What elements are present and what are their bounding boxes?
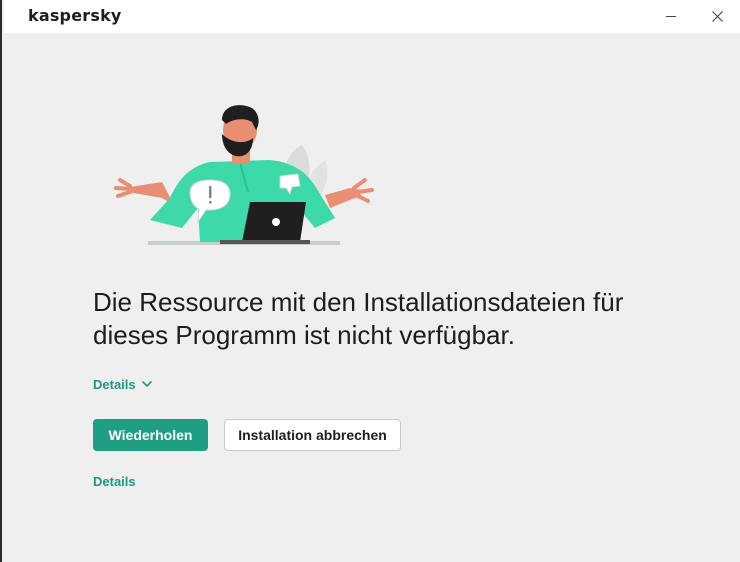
details-link[interactable]: Details bbox=[93, 474, 136, 489]
cancel-installation-button[interactable]: Installation abbrechen bbox=[224, 419, 401, 451]
error-headline: Die Ressource mit den Installationsdatei… bbox=[93, 287, 624, 350]
title-bar[interactable]: kaspersky bbox=[4, 0, 740, 33]
retry-button[interactable]: Wiederholen bbox=[93, 419, 208, 451]
minimize-button[interactable] bbox=[648, 0, 694, 33]
close-button[interactable] bbox=[694, 0, 740, 33]
kaspersky-logo: kaspersky bbox=[28, 6, 122, 25]
chevron-down-icon bbox=[141, 381, 152, 388]
person-with-laptop-illustration bbox=[114, 105, 374, 245]
installer-window: kaspersky Die Ressource mit den Installa… bbox=[0, 0, 740, 562]
close-icon bbox=[711, 11, 723, 22]
details-toggle-label: Details bbox=[93, 377, 136, 392]
details-expander[interactable]: Details bbox=[93, 377, 152, 392]
minimize-icon bbox=[666, 16, 676, 17]
